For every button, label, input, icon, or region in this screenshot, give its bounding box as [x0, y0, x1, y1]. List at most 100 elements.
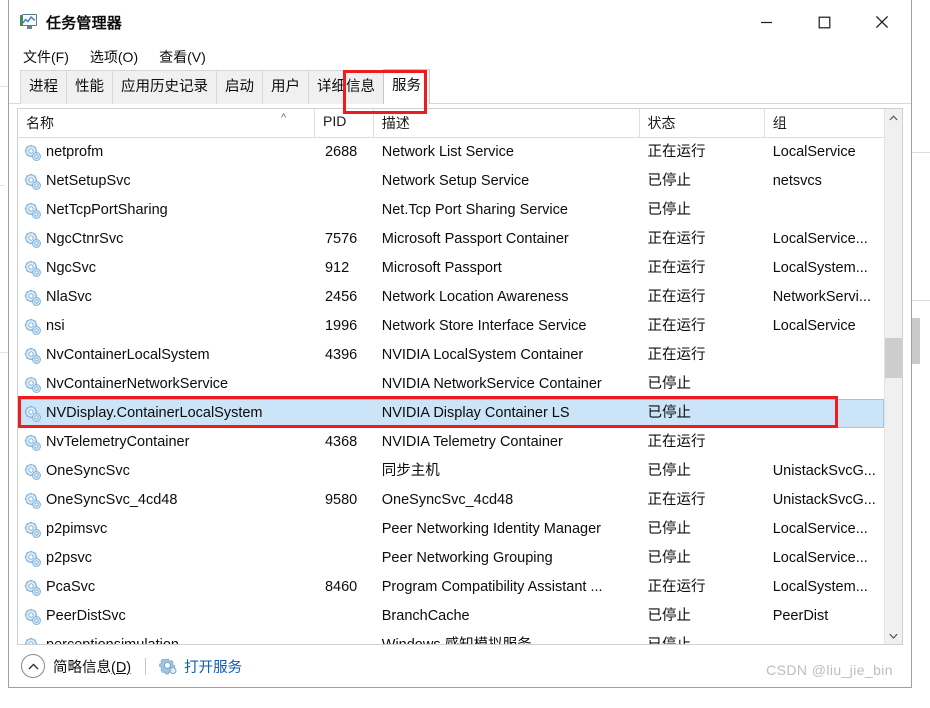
table-row[interactable]: OneSyncSvc_4cd48 9580 OneSyncSvc_4cd48 正在运行… — [18, 486, 884, 515]
cell-status: 已停止 — [647, 405, 692, 421]
tab-strip: 进程 性能 应用历史记录 启动 用户 详细信息 服务 — [20, 69, 430, 104]
cell-status: 已停止 — [640, 631, 765, 644]
service-name-label: NvContainerNetworkService — [46, 376, 229, 392]
fewer-details-label: 简略信息(D) — [53, 656, 131, 677]
column-header-name[interactable]: 名称 ^ — [18, 109, 315, 137]
cell-group: LocalService... — [772, 521, 868, 537]
cell-group: LocalService — [772, 318, 856, 334]
cell-group: LocalSystem... — [772, 260, 868, 276]
cell-service-name: p2psvc — [18, 544, 315, 573]
cell-service-name: NetTcpPortSharing — [18, 196, 315, 225]
scroll-down-arrow-icon[interactable] — [885, 627, 902, 644]
cell-description: Net.Tcp Port Sharing Service — [381, 202, 568, 218]
cell-group: NetworkServi... — [772, 289, 871, 305]
cell-service-name: NgcCtnrSvc — [18, 225, 315, 254]
menu-item-view[interactable]: 查看(V) — [157, 46, 208, 68]
cell-description: Program Compatibility Assistant ... — [381, 579, 603, 595]
cell-description: NVIDIA NetworkService Container — [381, 376, 602, 392]
cell-status: 正在运行 — [647, 289, 706, 305]
service-name-label: netprofm — [46, 144, 104, 160]
table-row[interactable]: OneSyncSvc 同步主机 已停止 UnistackSvcG... — [18, 457, 884, 486]
table-row[interactable]: p2pimsvc Peer Networking Identity Manager… — [18, 515, 884, 544]
cell-service-name: p2pimsvc — [18, 515, 315, 544]
table-row[interactable]: NetSetupSvc Network Setup Service 已停止 netsv… — [18, 167, 884, 196]
vertical-scrollbar[interactable] — [884, 109, 902, 644]
close-button[interactable] — [853, 0, 911, 44]
cell-service-name: PeerDistSvc — [18, 602, 315, 631]
open-services-label: 打开服务 — [184, 659, 243, 676]
fewer-details-text: 简略信息 — [53, 659, 111, 676]
cell-description: Network Store Interface Service — [381, 318, 587, 334]
cell-service-name: NetSetupSvc — [18, 167, 315, 196]
menu-item-options[interactable]: 选项(O) — [88, 46, 140, 68]
cell-description: Microsoft Passport Container — [381, 231, 569, 247]
tab-performance[interactable]: 性能 — [66, 70, 113, 104]
service-gear-icon — [24, 492, 41, 509]
service-name-label: OneSyncSvc — [46, 463, 130, 479]
cell-status: 已停止 — [647, 521, 692, 537]
open-services-link[interactable]: 打开服务 — [159, 656, 242, 677]
cell-group: netsvcs — [772, 173, 822, 189]
table-row[interactable]: netprofm 2688 Network List Service 正在运行 Loca… — [18, 138, 884, 167]
service-name-label: NvTelemetryContainer — [46, 434, 190, 450]
backdrop-rule — [0, 185, 5, 186]
table-row[interactable]: perceptionsimulation Windows 感知模拟服务已停止 — [18, 631, 884, 644]
tab-strip-area: 进程 性能 应用历史记录 启动 用户 详细信息 服务 — [9, 69, 911, 114]
scrollbar-track[interactable] — [885, 126, 902, 627]
scrollbar-thumb[interactable] — [885, 338, 902, 378]
column-header-status[interactable]: 状态 — [640, 109, 765, 137]
column-header-pid[interactable]: PID — [315, 109, 374, 137]
service-gear-icon — [24, 260, 41, 277]
tab-details[interactable]: 详细信息 — [308, 70, 384, 104]
cell-service-name: NgcSvc — [18, 254, 315, 283]
table-row[interactable]: NetTcpPortSharing Net.Tcp Port Sharing Se… — [18, 196, 884, 225]
cell-service-name: OneSyncSvc_4cd48 — [18, 486, 315, 515]
column-header-group[interactable]: 组 — [765, 109, 884, 137]
service-gear-icon — [24, 405, 41, 422]
service-name-label: NgcCtnrSvc — [46, 231, 124, 247]
backdrop-rule — [0, 352, 8, 353]
table-row[interactable]: p2psvc Peer Networking Grouping 已停止 LocalSe… — [18, 544, 884, 573]
cell-description: NVIDIA Telemetry Container — [381, 434, 563, 450]
chevron-up-icon — [21, 654, 45, 678]
maximize-button[interactable] — [795, 0, 853, 44]
table-row[interactable]: PcaSvc 8460 Program Compatibility Assistan… — [18, 573, 884, 602]
cell-status: 正在运行 — [647, 434, 706, 450]
cell-status: 已停止 — [647, 608, 692, 624]
cell-status: 已停止 — [647, 463, 692, 479]
column-header-description[interactable]: 描述 — [374, 109, 640, 137]
table-row[interactable]: nsi 1996 Network Store Interface Service 正在… — [18, 312, 884, 341]
cell-pid: 2688 — [324, 144, 358, 160]
tab-app-history[interactable]: 应用历史记录 — [112, 70, 217, 104]
scroll-up-arrow-icon[interactable] — [885, 109, 902, 126]
tab-startup[interactable]: 启动 — [216, 70, 263, 104]
table-row[interactable]: NgcCtnrSvc 7576 Microsoft Passport Contain… — [18, 225, 884, 254]
table-row[interactable]: NvContainerLocalSystem 4396 NVIDIA LocalSy… — [18, 341, 884, 370]
cell-description: Windows 感知模拟服务 — [374, 631, 640, 644]
service-gear-icon — [24, 579, 41, 596]
table-row-selected[interactable]: NVDisplay.ContainerLocalSystem NVIDIA Dis… — [18, 399, 884, 428]
service-gear-icon — [24, 608, 41, 625]
table-row[interactable]: NgcSvc 912 Microsoft Passport 正在运行 LocalSyst… — [18, 254, 884, 283]
service-name-label: NlaSvc — [46, 289, 92, 305]
cell-service-name: OneSyncSvc — [18, 457, 315, 486]
menu-item-file[interactable]: 文件(F) — [21, 46, 71, 68]
cell-pid: 912 — [324, 260, 350, 276]
service-name-label: NgcSvc — [46, 260, 96, 276]
table-row[interactable]: NvContainerNetworkService NVIDIA NetworkS… — [18, 370, 884, 399]
tab-users[interactable]: 用户 — [262, 70, 309, 104]
tab-processes[interactable]: 进程 — [20, 70, 67, 104]
tab-services[interactable]: 服务 — [383, 69, 430, 104]
fewer-details-button[interactable]: 简略信息(D) — [21, 654, 131, 678]
cell-status: 正在运行 — [647, 347, 706, 363]
table-row[interactable]: PeerDistSvc BranchCache 已停止 PeerDist — [18, 602, 884, 631]
service-name-label: NetSetupSvc — [46, 173, 131, 189]
table-row[interactable]: NlaSvc 2456 Network Location Awareness 正在运行… — [18, 283, 884, 312]
service-gear-icon — [24, 173, 41, 190]
cell-description: NVIDIA Display Container LS — [381, 405, 570, 421]
service-gear-icon — [24, 202, 41, 219]
cell-service-name: netprofm — [18, 138, 315, 167]
minimize-button[interactable] — [737, 0, 795, 44]
cell-description: 同步主机 — [381, 463, 440, 479]
table-row[interactable]: NvTelemetryContainer 4368 NVIDIA Telemetry… — [18, 428, 884, 457]
